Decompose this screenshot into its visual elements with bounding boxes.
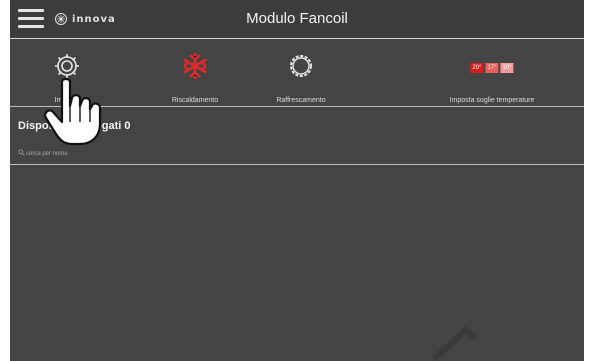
decorative-line — [431, 326, 478, 361]
threshold-mid: 17° — [485, 63, 499, 73]
tool-riscaldamento[interactable]: Riscaldamento — [150, 40, 240, 106]
temperature-thresholds-icon: 20° 17° 10° — [470, 63, 514, 73]
tool-raffrescamento-label: Raffrescamento — [276, 97, 326, 104]
threshold-high: 20° — [470, 63, 484, 73]
tool-imposta-soglie[interactable]: 20° 17° 10° Imposta soglie temperature — [422, 40, 562, 106]
sun-icon — [290, 55, 312, 77]
tool-imposta-soglie-label: Imposta soglie temperature — [449, 97, 535, 104]
page-title: Modulo Fancoil — [246, 10, 348, 27]
snowflake-icon — [183, 52, 207, 80]
top-bar: innova Modulo Fancoil — [10, 0, 584, 39]
search-input[interactable] — [17, 147, 328, 161]
tool-raffrescamento[interactable]: Raffrescamento — [256, 40, 346, 106]
pointer-hand-icon — [44, 77, 102, 146]
app-screen: innova Modulo Fancoil Imposta — [10, 0, 584, 361]
threshold-low: 10° — [500, 63, 514, 73]
tool-riscaldamento-label: Riscaldamento — [171, 97, 219, 104]
